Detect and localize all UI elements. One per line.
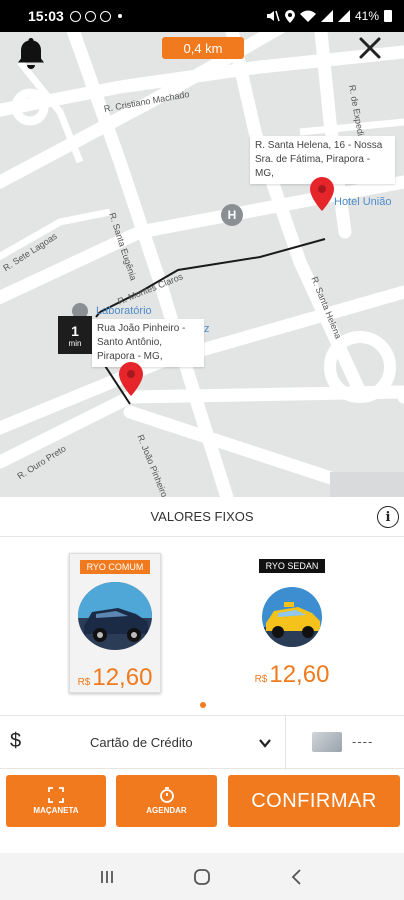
- car-icon: [78, 582, 152, 650]
- price-value: 12,60: [92, 664, 153, 691]
- system-icons: 41%: [266, 9, 392, 23]
- payment-method-select[interactable]: Cartão de Crédito: [90, 735, 193, 750]
- poi-hotel[interactable]: Hotel União: [334, 196, 391, 208]
- status-time: 15:03: [28, 8, 64, 24]
- battery-icon: [384, 10, 392, 22]
- destination-pin-icon: [310, 177, 334, 211]
- vehicle-price: R$ 12,60: [78, 664, 153, 692]
- origin-address: Rua João Pinheiro - Santo Antônio, Pirap…: [92, 319, 204, 367]
- eta-unit: min: [68, 338, 82, 348]
- card-number[interactable]: ----: [352, 734, 373, 749]
- expand-icon: [48, 787, 64, 803]
- macaneta-label: MAÇANETA: [33, 806, 79, 815]
- location-icon: [284, 9, 295, 23]
- schedule-label: AGENDAR: [146, 806, 187, 815]
- payment-row: $ Cartão de Crédito ----: [0, 715, 404, 770]
- recent-apps-icon[interactable]: [98, 868, 116, 886]
- dollar-icon: $: [10, 730, 22, 752]
- price-currency: R$: [254, 674, 268, 685]
- origin-pin-icon: [119, 362, 143, 396]
- vehicle-price: R$ 12,60: [255, 661, 330, 689]
- eta-badge: 1 min: [58, 316, 92, 354]
- signal-icon: [320, 10, 333, 22]
- taxi-icon: [262, 587, 322, 647]
- battery-percent: 41%: [354, 9, 379, 23]
- price-value: 12,60: [269, 661, 330, 688]
- price-currency: R$: [77, 677, 91, 688]
- fixed-values-title: VALORES FIXOS: [0, 497, 404, 537]
- vehicle-option-comum[interactable]: RYO COMUM R$ 12,60: [69, 553, 161, 693]
- hospital-icon[interactable]: H: [221, 204, 243, 226]
- vehicle-option-sedan[interactable]: RYO SEDAN R$ 12,60: [246, 553, 338, 693]
- status-bar: 15:03 41%: [0, 0, 404, 32]
- sms-icon: [69, 10, 81, 22]
- confirm-label: CONFIRMAR: [251, 789, 377, 812]
- notification-icons: [69, 10, 122, 22]
- system-nav-bar: [0, 853, 404, 900]
- vehicle-tag: RYO COMUM: [79, 560, 151, 574]
- vehicle-tag: RYO SEDAN: [258, 559, 326, 573]
- app-root: 15:03 41% R. Cristiano Machado R. Santa …: [0, 0, 404, 900]
- info-icon[interactable]: i: [377, 506, 399, 528]
- close-icon[interactable]: [358, 36, 382, 60]
- chevron-down-icon[interactable]: [258, 736, 272, 750]
- carousel-indicator: [200, 702, 206, 708]
- credit-card-icon: [312, 732, 342, 752]
- dot-icon: [117, 14, 122, 18]
- confirm-button[interactable]: CONFIRMAR: [228, 775, 400, 827]
- whatsapp-icon: [84, 10, 96, 22]
- poi-lab[interactable]: Laboratório: [96, 305, 152, 317]
- macaneta-button[interactable]: MAÇANETA: [6, 775, 106, 827]
- divider: [285, 716, 286, 770]
- app-icon: [99, 10, 111, 22]
- distance-badge: 0,4 km: [162, 37, 244, 59]
- signal-2-icon: [337, 10, 350, 22]
- home-icon[interactable]: [193, 868, 211, 886]
- poi-lab-tail: z: [204, 323, 210, 335]
- mute-icon: [266, 10, 280, 22]
- map-roads: [0, 32, 404, 497]
- notification-bell-icon[interactable]: [16, 36, 46, 70]
- eta-value: 1: [71, 322, 79, 339]
- schedule-button[interactable]: AGENDAR: [116, 775, 217, 827]
- back-icon[interactable]: [288, 868, 306, 886]
- timer-icon: [159, 787, 174, 803]
- map-view[interactable]: R. Cristiano Machado R. Santa Eugênia R.…: [0, 32, 404, 497]
- wifi-icon: [299, 10, 316, 22]
